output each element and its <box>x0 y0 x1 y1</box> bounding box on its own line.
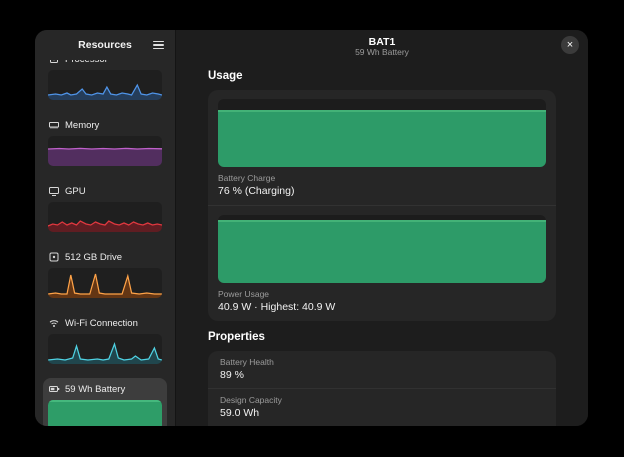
processor-chart <box>48 70 162 100</box>
sidebar-item-label: 59 Wh Battery <box>65 384 125 395</box>
power-usage-fill <box>218 220 546 283</box>
properties-card: Battery Health 89 % Design Capacity 59.0… <box>208 351 556 426</box>
properties-heading: Properties <box>208 331 556 343</box>
sidebar-item-label: 512 GB Drive <box>65 252 122 263</box>
gpu-chart <box>48 202 162 232</box>
sidebar-item-label: GPU <box>65 186 86 197</box>
sidebar-item-gpu[interactable]: GPU <box>43 180 167 237</box>
battery-charge-fill <box>218 110 546 167</box>
property-row-battery-health: Battery Health 89 % <box>208 351 556 388</box>
wifi-chart <box>48 334 162 364</box>
power-usage-label: Power Usage <box>218 289 546 299</box>
wifi-icon <box>48 317 60 329</box>
sidebar-item-battery[interactable]: 59 Wh Battery <box>43 378 167 426</box>
app-title: Resources <box>78 39 132 51</box>
battery-charge-row: Battery Charge 76 % (Charging) <box>208 90 556 205</box>
main-panel: BAT1 59 Wh Battery × Usage Battery Charg… <box>176 30 588 426</box>
cpu-icon <box>48 60 60 65</box>
close-icon: × <box>567 39 573 51</box>
usage-card: Battery Charge 76 % (Charging) Power Usa… <box>208 90 556 321</box>
battery-charge-value: 76 % (Charging) <box>218 185 546 197</box>
main-header: BAT1 59 Wh Battery × <box>176 30 588 60</box>
sidebar: Resources Processor <box>35 30 176 426</box>
sidebar-item-memory[interactable]: Memory <box>43 114 167 171</box>
power-usage-graph <box>218 215 546 283</box>
page-subtitle: 59 Wh Battery <box>355 48 409 58</box>
sidebar-header: Resources <box>35 30 175 60</box>
battery-charge-label: Battery Charge <box>218 173 546 183</box>
sidebar-list: Processor Memory <box>35 60 175 426</box>
power-usage-row: Power Usage 40.9 W · Highest: 40.9 W <box>208 205 556 321</box>
gpu-icon <box>48 185 60 197</box>
memory-icon <box>48 119 60 131</box>
hamburger-icon <box>153 41 164 43</box>
page-title-group: BAT1 59 Wh Battery <box>355 36 409 58</box>
sidebar-item-label: Processor <box>65 60 108 65</box>
sidebar-item-label: Wi-Fi Connection <box>65 318 138 329</box>
sidebar-item-wifi[interactable]: Wi-Fi Connection <box>43 312 167 369</box>
battery-icon <box>48 383 60 395</box>
sidebar-item-label: Memory <box>65 120 99 131</box>
memory-chart <box>48 136 162 166</box>
battery-charge-graph <box>218 99 546 167</box>
sidebar-item-processor[interactable]: Processor <box>43 60 167 105</box>
menu-button[interactable] <box>149 37 167 53</box>
content-area: Usage Battery Charge 76 % (Charging) Pow… <box>176 60 588 426</box>
power-usage-value: 40.9 W · Highest: 40.9 W <box>218 301 546 313</box>
drive-chart <box>48 268 162 298</box>
usage-heading: Usage <box>208 70 556 82</box>
resources-window: Resources Processor <box>35 30 588 426</box>
drive-icon <box>48 251 60 263</box>
close-button[interactable]: × <box>561 36 579 54</box>
battery-chart <box>48 400 162 426</box>
sidebar-item-drive[interactable]: 512 GB Drive <box>43 246 167 303</box>
property-row-design-capacity: Design Capacity 59.0 Wh <box>208 388 556 426</box>
